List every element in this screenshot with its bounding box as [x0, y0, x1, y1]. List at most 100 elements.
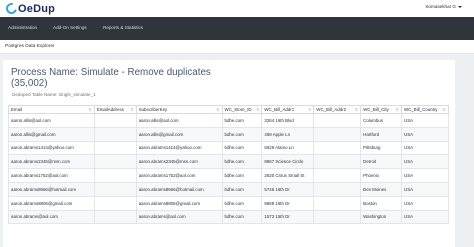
cell-subscriberkey: aaron.allis@aol.com [135, 113, 223, 128]
cell-email: aaron.abrams8666@hotmail.com [8, 181, 95, 197]
table-row[interactable]: aaron.abrams@aol.com aaron.abrams@aol.co… [8, 209, 449, 225]
cell-subscriberkey: aaron.allis@gmail.com [135, 126, 223, 142]
cell-bill-addr1: 469 Apple Ln [261, 126, 315, 142]
cell-store-id: bdhe.com [221, 140, 263, 156]
column-header-subscriberkey[interactable]: SubscriberKey ⇅ [135, 105, 223, 114]
logo-text: OeDup [18, 2, 56, 15]
logo-icon [3, 0, 20, 17]
page-header: Postgres Data Explorer [0, 40, 474, 54]
cell-store-id: bdhe.com [221, 195, 263, 211]
cell-subscriberkey: aaron.abrams8666@hotmail.com [135, 181, 223, 197]
data-table: Email ⇅ EmailAddress ⇅ SubscriberKey ⇅ WC_S… [8, 105, 449, 225]
app-logo[interactable]: OeDup [3, 0, 56, 17]
cell-bill-city: Washington [360, 209, 403, 225]
cell-email: aaron.abrams1414@yahoo.com [8, 140, 95, 156]
chevron-down-icon [458, 5, 462, 8]
table-row[interactable]: aaron.abrams2345@msn.com aaron.abrams234… [8, 154, 449, 170]
cell-bill-city: Phoenix [360, 168, 403, 183]
table-row[interactable]: aaron.allis@gmail.com aaron.allis@gmail.… [8, 126, 449, 142]
cell-store-id: bdhe.com [221, 181, 263, 197]
cell-bill-addr1: 5746 16th Dr [261, 181, 315, 197]
table-row[interactable]: aaron.abrams1414@yahoo.com aaron.abrams1… [8, 140, 449, 156]
sort-icon: ⇅ [130, 107, 134, 112]
cell-email: aaron.abrams@aol.com [8, 209, 95, 225]
cell-emailaddress [93, 209, 137, 225]
nav-item-administration[interactable]: Administration [8, 25, 37, 30]
cell-emailaddress [93, 140, 137, 156]
sort-icon: ⇅ [307, 107, 312, 112]
table-row[interactable]: aaron.abrams1752@aol.com aaron.abrams175… [8, 168, 449, 183]
content-area: Process Name: Simulate - Remove duplicat… [0, 54, 474, 247]
cell-bill-addr2 [313, 168, 362, 183]
cell-email: aaron.abrams8806@gmail.com [8, 195, 95, 211]
top-bar: OeDup Somasekhar G [0, 0, 474, 17]
cell-bill-country: USA [401, 154, 449, 170]
process-count: (35,002) [11, 77, 48, 89]
cell-bill-addr1: 3264 16th Blvd [261, 113, 315, 128]
cell-subscriberkey: aaron.abrams2345@msn.com [135, 154, 223, 170]
table-row[interactable]: aaron.allis@aol.com aaron.allis@aol.com … [8, 113, 449, 128]
cell-bill-addr2 [313, 209, 362, 225]
nav-item-reports-statistics[interactable]: Reports & Statistics [103, 25, 143, 30]
page-title: Postgres Data Explorer [5, 44, 55, 49]
user-menu[interactable]: Somasekhar G [425, 4, 462, 9]
cell-email: aaron.allis@gmail.com [8, 126, 95, 142]
cell-bill-addr2 [313, 195, 362, 211]
nav-item-add-on-settings[interactable]: Add-On Settings [53, 25, 87, 30]
cell-bill-city: Hartford [360, 126, 403, 142]
cell-bill-country: USA [401, 126, 449, 142]
sort-icon: ⇅ [216, 107, 220, 112]
cell-emailaddress [93, 113, 137, 128]
column-header-wc-bill-city[interactable]: WC_Bill_City ⇅ [360, 105, 403, 114]
cell-bill-addr2 [313, 181, 362, 197]
sort-icon: ⇅ [354, 107, 359, 112]
cell-emailaddress [93, 181, 137, 197]
cell-emailaddress [93, 154, 137, 170]
cell-subscriberkey: aaron.abrams1414@yahoo.com [135, 140, 223, 156]
cell-bill-addr1: 8967 Science Circle [261, 154, 315, 170]
cell-store-id: bdhe.com [221, 168, 263, 183]
cell-bill-addr1: 1573 15th Dr [261, 209, 315, 225]
column-header-wc-bill-country[interactable]: WC_Bill_Country ⇅ [401, 105, 449, 114]
user-name: Somasekhar G [425, 4, 456, 9]
column-header-wc-store-id[interactable]: WC_Store_ID ⇅ [221, 105, 263, 114]
cell-bill-addr1: 6629 Alamo Ln [261, 140, 315, 156]
column-header-email[interactable]: Email ⇅ [8, 105, 95, 114]
cell-bill-city: Pittsburg [360, 140, 403, 156]
table-row[interactable]: aaron.abrams8666@hotmail.com aaron.abram… [8, 181, 449, 197]
cell-email: aaron.abrams2345@msn.com [8, 154, 95, 170]
cell-subscriberkey: aaron.abrams1752@aol.com [135, 168, 223, 183]
cell-bill-addr2 [313, 113, 362, 128]
cell-emailaddress [93, 195, 137, 211]
deduped-table-name: Deduped Table Name: single_simulate_1 [12, 92, 96, 97]
sort-icon: ⇅ [88, 107, 92, 112]
cell-bill-country: USA [401, 209, 449, 225]
cell-bill-city: Detroit [360, 154, 403, 170]
main-navigation: Administration Add-On Settings Reports &… [0, 17, 474, 40]
cell-bill-country: USA [401, 181, 449, 197]
sort-icon: ⇅ [256, 107, 260, 112]
cell-bill-addr2 [313, 126, 362, 142]
sort-icon: ⇅ [395, 107, 400, 112]
cell-bill-addr2 [313, 154, 362, 170]
cell-bill-addr1: 2620 Citrus Small St [261, 168, 315, 183]
cell-bill-country: USA [401, 168, 449, 183]
cell-store-id: bdhe.com [221, 209, 263, 225]
process-name: Process Name: Simulate - Remove duplicat… [11, 67, 211, 78]
cell-bill-country: USA [401, 195, 449, 211]
cell-emailaddress [93, 126, 137, 142]
cell-bill-country: USA [401, 113, 449, 128]
cell-email: aaron.allis@aol.com [8, 113, 95, 128]
cell-subscriberkey: aaron.abrams@aol.com [135, 209, 223, 225]
table-header-row: Email ⇅ EmailAddress ⇅ SubscriberKey ⇅ WC_S… [8, 105, 449, 114]
cell-bill-country: USA [401, 140, 449, 156]
cell-store-id: bdhe.com [221, 113, 263, 128]
cell-email: aaron.abrams1752@aol.com [8, 168, 95, 183]
table-row[interactable]: aaron.abrams8806@gmail.com aaron.abrams8… [8, 195, 449, 211]
cell-bill-city: Columbus [360, 113, 403, 128]
column-header-emailaddress[interactable]: EmailAddress ⇅ [93, 105, 137, 114]
column-header-wc-bill-addr1[interactable]: WC_Bill_Addr1 ⇅ [261, 105, 315, 114]
process-card: Process Name: Simulate - Remove duplicat… [3, 60, 455, 247]
cell-bill-city: Boston [360, 195, 403, 211]
column-header-wc-bill-addr2[interactable]: WC_Bill_Addr2 ⇅ [313, 105, 362, 114]
